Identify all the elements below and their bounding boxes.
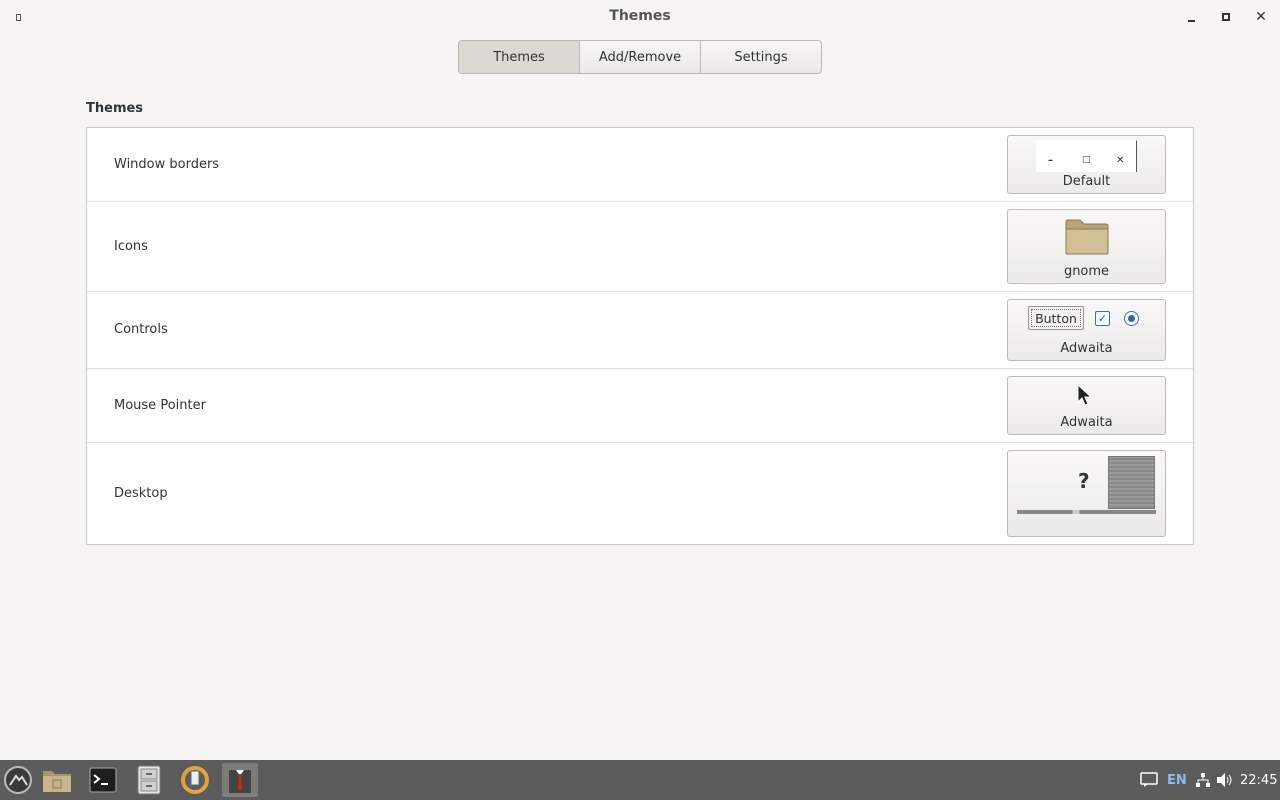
minimize-icon: [1187, 20, 1195, 22]
row-window-borders: Window borders – □ ✕ Default: [87, 128, 1193, 202]
close-button[interactable]: ✕: [1253, 9, 1269, 25]
preview-close-icon: ✕: [1116, 155, 1125, 166]
desktop-panel-preview: [1017, 510, 1156, 514]
volume-tray-icon[interactable]: [1216, 760, 1234, 800]
preview-minimize-icon: –: [1048, 155, 1053, 166]
preview-maximize-icon: □: [1082, 155, 1091, 165]
title-bar: Themes ✕: [0, 0, 1280, 34]
terminal-icon: [89, 767, 117, 793]
tab-settings[interactable]: Settings: [701, 41, 821, 73]
icons-value: gnome: [1063, 264, 1110, 279]
row-label-mouse-pointer: Mouse Pointer: [114, 398, 206, 413]
tweak-tool-button[interactable]: [222, 763, 258, 797]
notifications-tray-icon[interactable]: [1140, 760, 1158, 800]
desktop-thumbnail: [1108, 456, 1155, 509]
network-icon: [1196, 773, 1210, 787]
terminal-button[interactable]: [85, 763, 121, 797]
chat-icon: [1140, 772, 1158, 787]
mouse-pointer-value: Adwaita: [1060, 415, 1113, 430]
row-desktop: Desktop ?: [87, 443, 1193, 544]
update-manager-button[interactable]: [177, 763, 213, 797]
clock[interactable]: 22:45: [1240, 760, 1277, 800]
row-label-controls: Controls: [114, 322, 168, 337]
radio-icon: [1124, 311, 1139, 326]
close-icon: ✕: [1255, 9, 1267, 25]
folder-icon: [1065, 219, 1109, 255]
tab-themes[interactable]: Themes: [459, 41, 580, 73]
window-borders-preview: – □ ✕: [1036, 140, 1137, 172]
network-tray-icon[interactable]: [1195, 760, 1211, 800]
minimize-button[interactable]: [1183, 9, 1199, 25]
mouse-cursor-icon: [1077, 384, 1093, 406]
tweak-tool-icon: [229, 770, 251, 793]
keyboard-layout-indicator[interactable]: EN: [1167, 760, 1187, 800]
file-manager-button[interactable]: [39, 763, 75, 797]
theme-list: Window borders – □ ✕ Default Icons gnome: [86, 127, 1194, 545]
row-icons: Icons gnome: [87, 202, 1193, 292]
row-mouse-pointer: Mouse Pointer Adwaita: [87, 369, 1193, 443]
taskbar: EN 22:45: [0, 760, 1280, 800]
window-title: Themes: [609, 8, 671, 24]
update-manager-icon: [181, 766, 209, 794]
section-title: Themes: [86, 101, 144, 116]
maximize-icon: [1222, 13, 1230, 21]
row-controls: Controls Button ✓ Adwaita: [87, 292, 1193, 369]
filing-cabinet-button[interactable]: [131, 763, 167, 797]
tab-add-remove[interactable]: Add/Remove: [580, 41, 701, 73]
desktop-button[interactable]: ?: [1007, 450, 1166, 537]
start-menu-icon: [4, 766, 32, 794]
volume-icon: [1217, 773, 1232, 787]
start-menu-button[interactable]: [0, 763, 36, 797]
maximize-button[interactable]: [1218, 9, 1234, 25]
icons-button[interactable]: gnome: [1007, 209, 1166, 284]
controls-button[interactable]: Button ✓ Adwaita: [1007, 299, 1166, 361]
tab-bar: Themes Add/Remove Settings: [458, 40, 822, 74]
themes-window: Themes ✕ Themes Add/Remove Settings Them…: [0, 0, 1280, 760]
controls-value: Adwaita: [1060, 341, 1113, 356]
checkbox-icon: ✓: [1095, 311, 1110, 326]
file-manager-icon: [43, 771, 71, 792]
window-borders-value: Default: [1062, 174, 1111, 189]
filing-cabinet-icon: [137, 765, 161, 795]
row-label-desktop: Desktop: [114, 486, 168, 501]
window-borders-button[interactable]: – □ ✕ Default: [1007, 135, 1166, 194]
preview-button: Button: [1028, 306, 1084, 330]
row-label-icons: Icons: [114, 239, 148, 254]
row-label-window-borders: Window borders: [114, 157, 220, 172]
unknown-preview-icon: ?: [1078, 469, 1090, 493]
